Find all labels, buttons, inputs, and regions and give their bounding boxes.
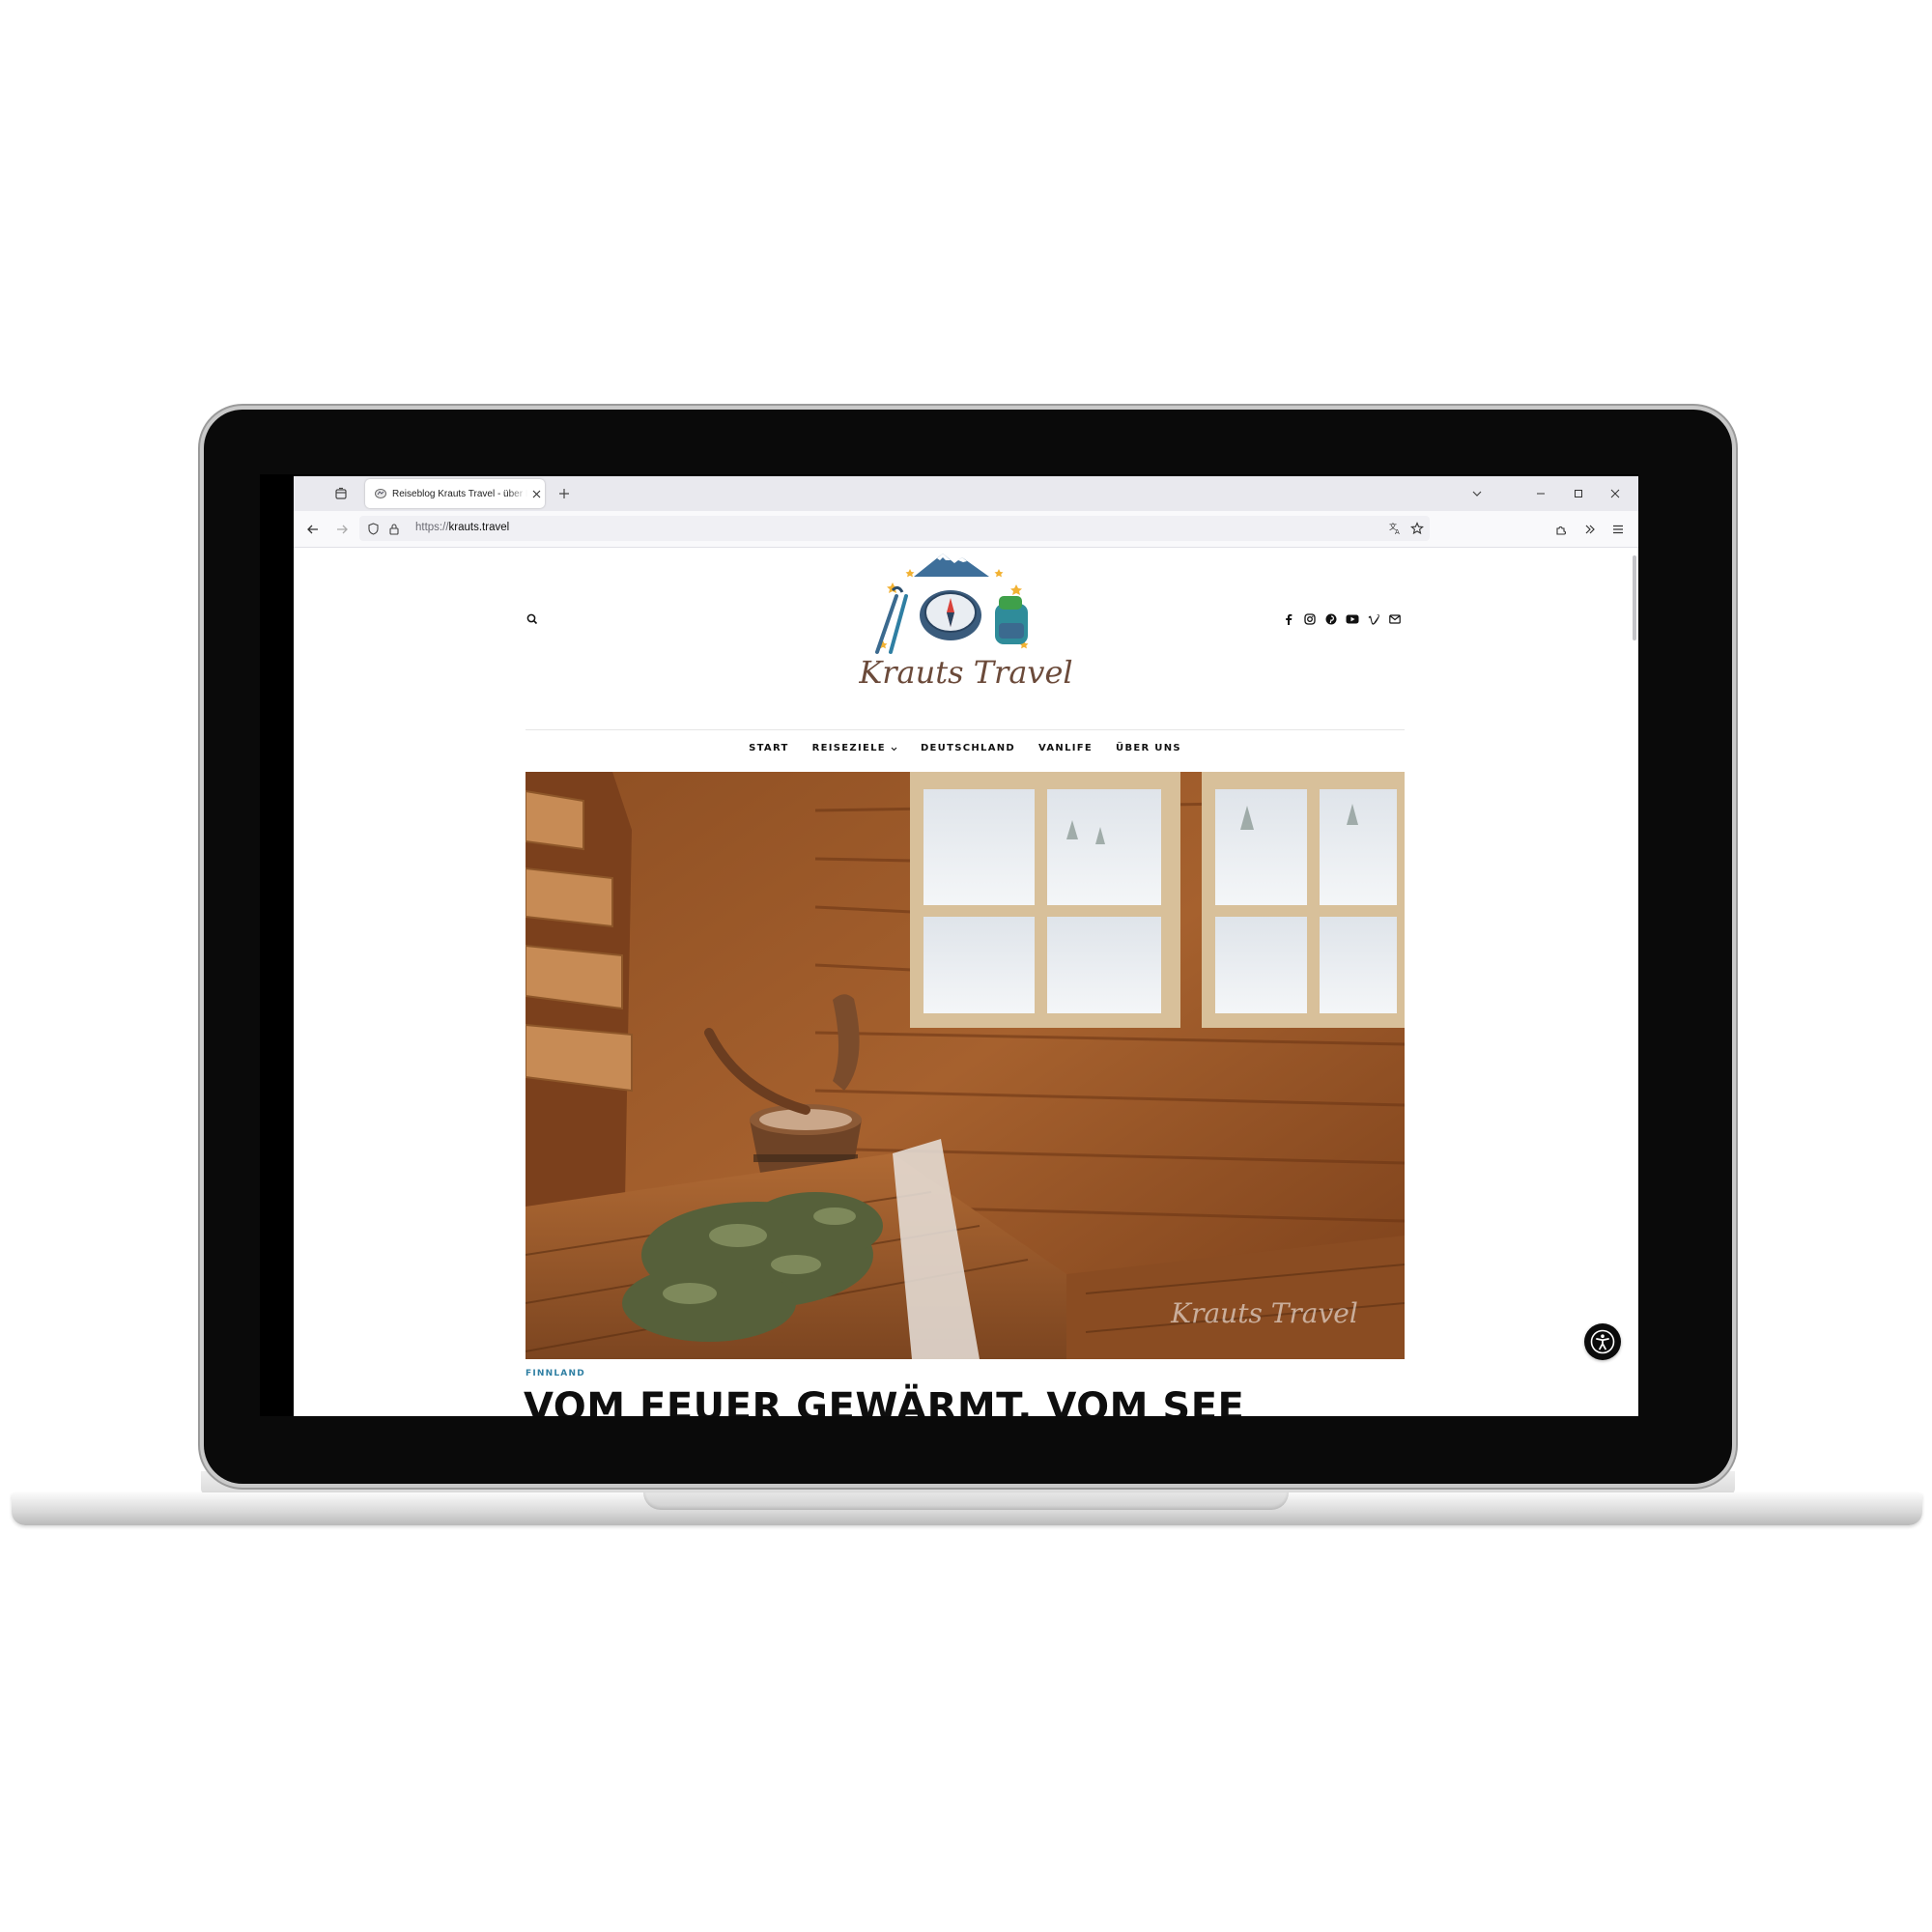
close-icon[interactable]	[529, 487, 543, 500]
browser-window: Reiseblog Krauts Travel - über F https:/…	[294, 476, 1638, 1416]
extensions-icon[interactable]	[1551, 520, 1571, 539]
post-title[interactable]: VOM FEUER GEWÄRMT, VOM SEE	[524, 1388, 1244, 1416]
tab-title: Reiseblog Krauts Travel - über F	[392, 488, 527, 499]
nav-item-reiseziele[interactable]: REISEZIELE	[812, 737, 897, 760]
main-navigation: START REISEZIELE DEUTSCHLAND VANLIFE ÜBE…	[526, 737, 1405, 760]
svg-text:A: A	[1395, 528, 1400, 535]
social-links	[1281, 611, 1403, 627]
tab-strip: Reiseblog Krauts Travel - über F	[294, 476, 1638, 511]
laptop-screen: Reiseblog Krauts Travel - über F https:/…	[260, 474, 1638, 1416]
forward-arrow-icon[interactable]	[332, 520, 352, 539]
facebook-icon[interactable]	[1281, 611, 1296, 627]
nav-item-deutschland[interactable]: DEUTSCHLAND	[921, 737, 1015, 760]
tab-list-icon[interactable]	[332, 485, 350, 502]
site-logo[interactable]: Krauts Travel	[854, 548, 1078, 698]
search-icon[interactable]	[526, 612, 539, 626]
hero-image[interactable]: Krauts Travel	[526, 772, 1405, 1359]
youtube-icon[interactable]	[1345, 611, 1360, 627]
email-icon[interactable]	[1387, 611, 1403, 627]
window-close-icon[interactable]	[1605, 484, 1625, 503]
pinterest-icon[interactable]	[1323, 611, 1339, 627]
shield-icon[interactable]	[365, 521, 381, 536]
web-page: Krauts Travel START REISEZIELE DEUTSCHLA…	[294, 548, 1638, 1416]
star-icon[interactable]	[1409, 521, 1425, 536]
chevron-down-icon[interactable]	[1467, 484, 1487, 503]
overflow-icon[interactable]	[1580, 520, 1600, 539]
post-category[interactable]: FINNLAND	[526, 1369, 585, 1378]
page-scrollbar[interactable]	[1633, 555, 1636, 640]
url-bar[interactable]: https://krauts.travel 文A	[359, 516, 1430, 541]
menu-icon[interactable]	[1608, 520, 1628, 539]
plus-icon[interactable]	[554, 484, 574, 503]
navigation-toolbar: https://krauts.travel 文A	[294, 511, 1638, 548]
laptop-notch	[643, 1492, 1289, 1510]
logo-wordmark: Krauts Travel	[858, 654, 1072, 691]
chevron-down-icon	[891, 747, 897, 751]
instagram-icon[interactable]	[1302, 611, 1318, 627]
nav-item-ueber-uns[interactable]: ÜBER UNS	[1116, 737, 1181, 760]
nav-item-vanlife[interactable]: VANLIFE	[1038, 737, 1093, 760]
minimize-icon[interactable]	[1531, 484, 1550, 503]
maximize-icon[interactable]	[1569, 484, 1588, 503]
header-divider	[526, 729, 1405, 730]
browser-tab[interactable]: Reiseblog Krauts Travel - über F	[365, 479, 545, 508]
back-arrow-icon[interactable]	[303, 520, 323, 539]
url-text: https://krauts.travel	[415, 522, 510, 533]
translate-icon[interactable]: 文A	[1387, 521, 1403, 536]
lock-icon[interactable]	[386, 521, 402, 536]
hero-watermark: Krauts Travel	[1170, 1297, 1358, 1329]
accessibility-icon[interactable]	[1584, 1323, 1621, 1360]
nav-item-start[interactable]: START	[749, 737, 789, 760]
favicon-icon	[374, 488, 386, 500]
vimeo-icon[interactable]	[1366, 611, 1381, 627]
